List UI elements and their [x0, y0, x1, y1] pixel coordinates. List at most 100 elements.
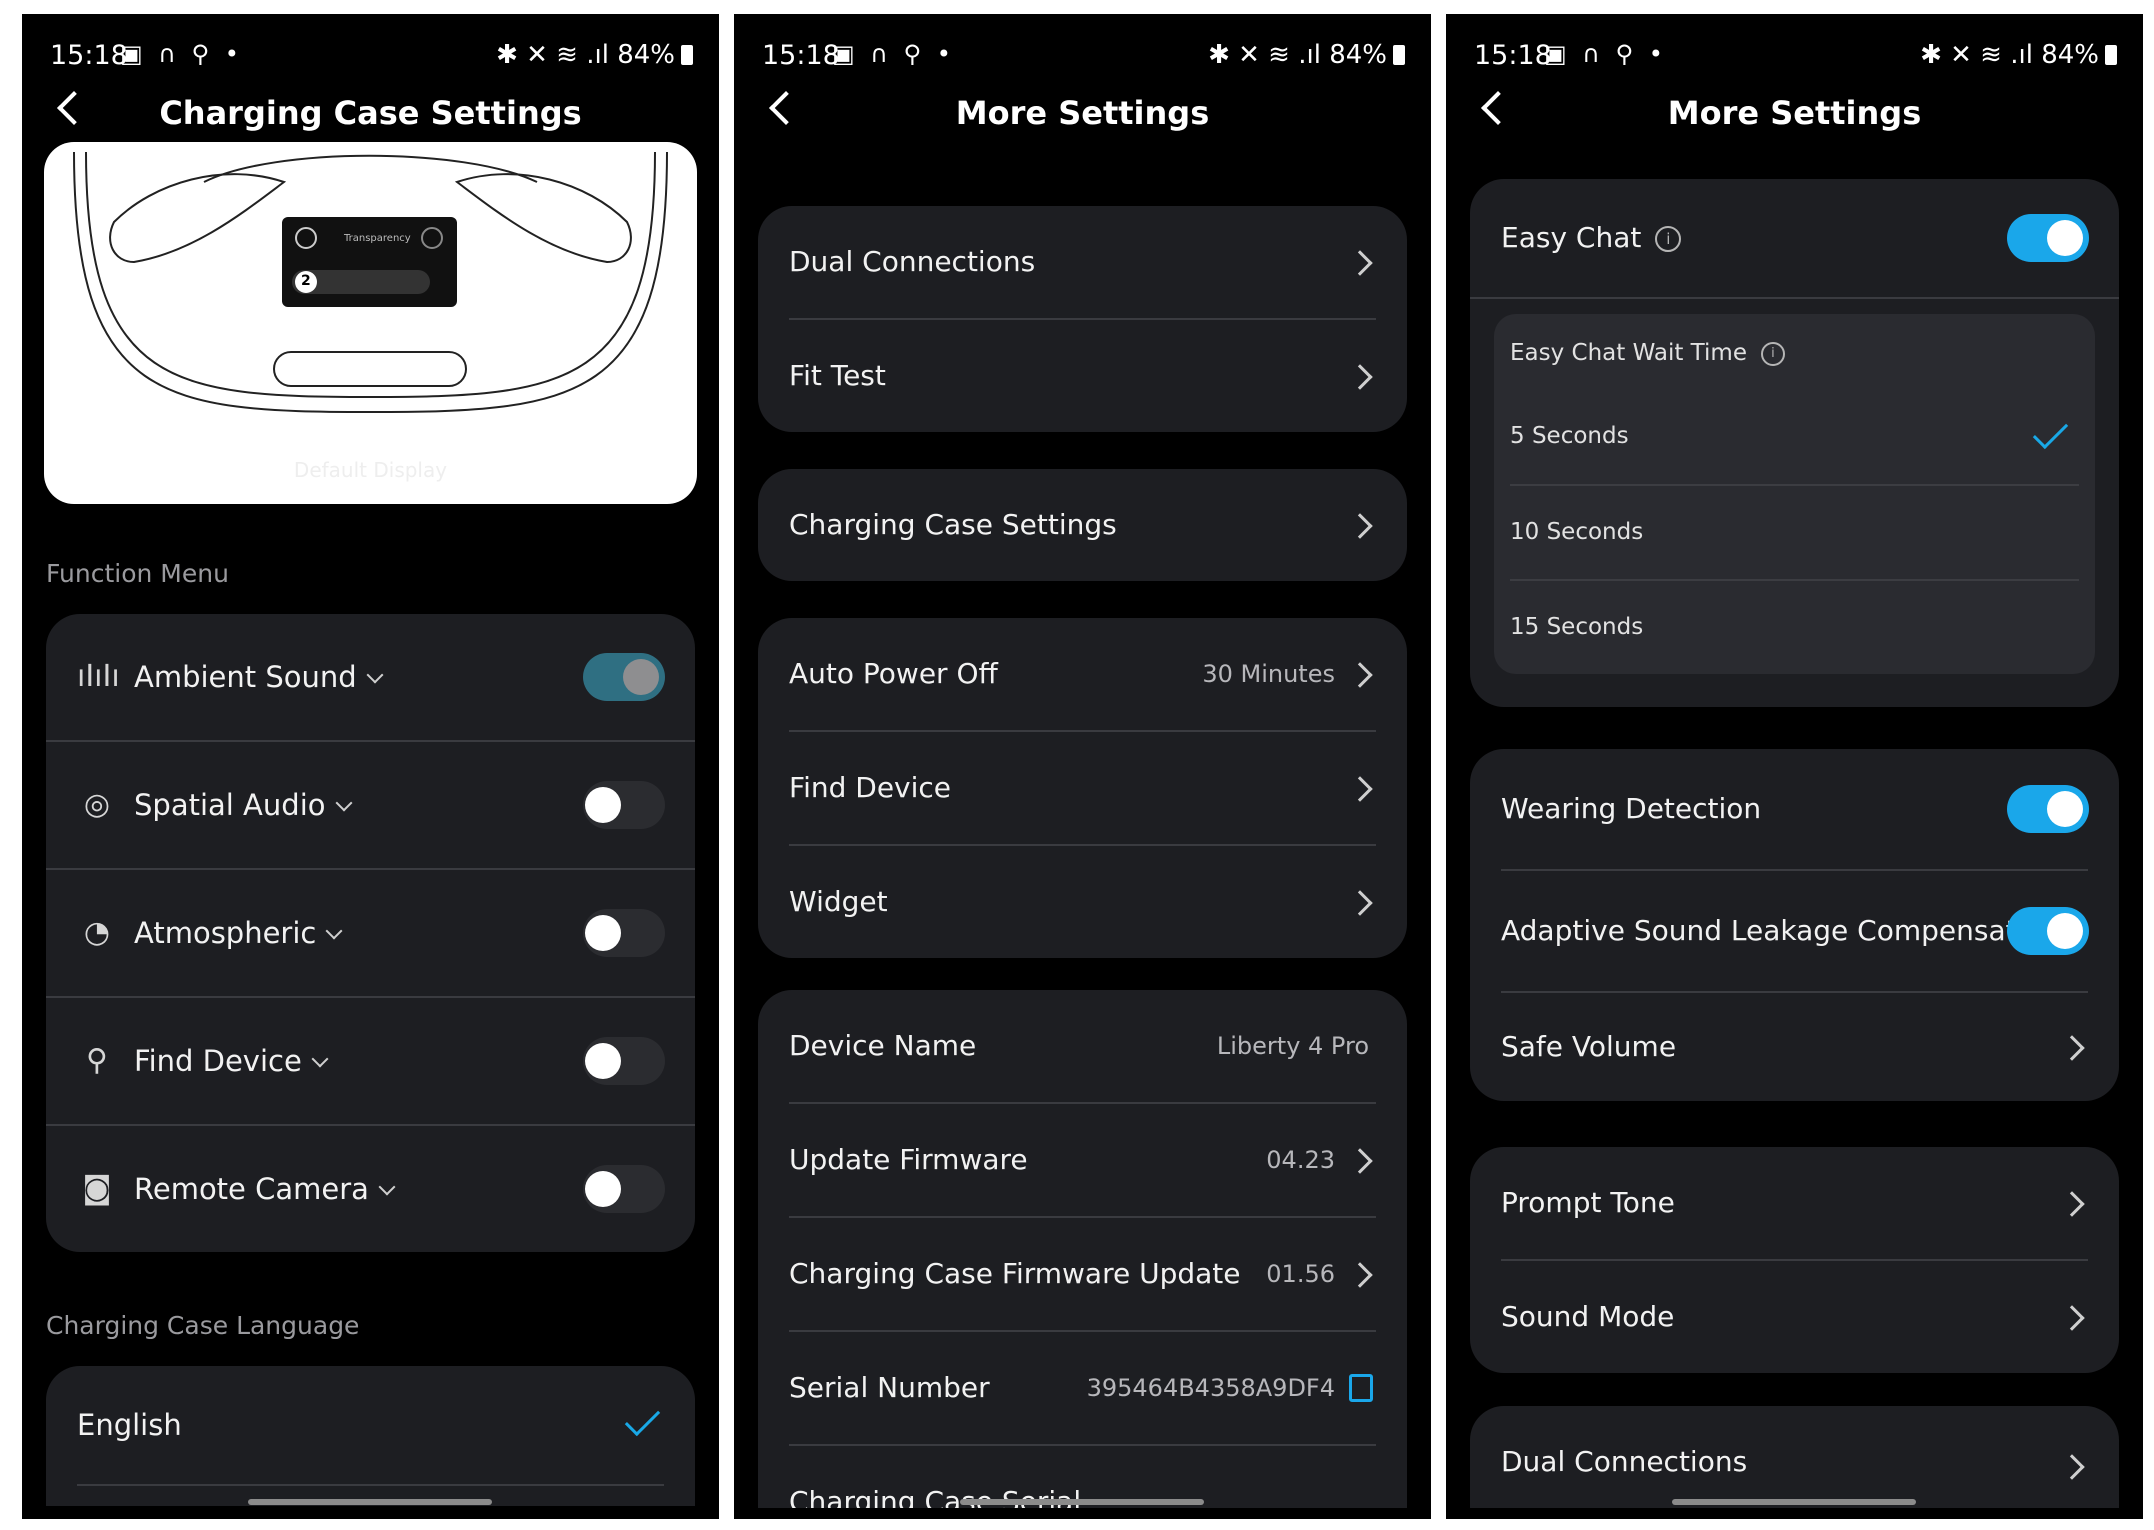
chevron-right-icon — [1347, 662, 1373, 688]
row-case-firmware-update[interactable]: Charging Case Firmware Update 01.56 — [758, 1218, 1407, 1330]
status-right-icons: ✱ ✕ ≋ .ıl 84% — [1920, 40, 2117, 70]
function-item-atmospheric[interactable]: ◔ Atmospheric — [46, 870, 695, 996]
function-item-remote-camera[interactable]: ◙ Remote Camera — [46, 1126, 695, 1252]
function-item-label: Ambient Sound — [134, 660, 357, 694]
checkmark-icon — [2032, 413, 2069, 450]
adaptive-sound-leakage-toggle[interactable] — [2007, 907, 2089, 955]
wait-option-10-seconds[interactable]: 10 Seconds — [1494, 486, 2095, 579]
easy-chat-toggle[interactable] — [2007, 214, 2089, 262]
language-option-english[interactable]: English — [46, 1366, 695, 1484]
row-label: Charging Case Firmware Update — [789, 1257, 1241, 1290]
battery-icon — [1393, 45, 1405, 65]
status-time: 15:18 — [762, 40, 840, 71]
chevron-right-icon — [2059, 1454, 2085, 1480]
status-bar: 15:18 ▣ ∩ ⚲ • ✱ ✕ ≋ .ıl 84% — [734, 32, 1431, 82]
copy-icon[interactable] — [1349, 1374, 1373, 1402]
header: More Settings — [1446, 86, 2143, 146]
gauge-icon: ◔ — [83, 915, 111, 950]
info-icon[interactable]: i — [1760, 342, 1785, 366]
function-item-find-device[interactable]: ⚲ Find Device — [46, 998, 695, 1124]
info-icon[interactable]: i — [1655, 226, 1682, 252]
wearing-detection-toggle[interactable] — [2007, 785, 2089, 833]
row-value: 395464B4358A9DF4 — [1086, 1374, 1335, 1402]
row-label: Prompt Tone — [1501, 1186, 1675, 1219]
row-label: Easy Chat — [1501, 221, 1642, 254]
option-label: 15 Seconds — [1510, 614, 1644, 640]
row-widget[interactable]: Widget — [758, 846, 1407, 958]
home-indicator[interactable] — [1672, 1499, 1916, 1505]
home-indicator[interactable] — [960, 1499, 1204, 1505]
row-adaptive-sound-leakage: Adaptive Sound Leakage Compensation — [1470, 871, 2119, 991]
row-value: 30 Minutes — [1202, 660, 1335, 688]
row-safe-volume[interactable]: Safe Volume — [1470, 993, 2119, 1101]
row-label: Sound Mode — [1501, 1300, 1675, 1333]
status-notification-icons: ▣ ∩ ⚲ • — [1544, 40, 1667, 68]
row-sound-mode[interactable]: Sound Mode — [1470, 1261, 2119, 1373]
device-options-card: Auto Power Off 30 Minutes Find Device Wid… — [758, 618, 1407, 958]
row-device-name[interactable]: Device Name Liberty 4 Pro — [758, 990, 1407, 1102]
spatial-audio-toggle[interactable] — [583, 781, 665, 829]
row-find-device[interactable]: Find Device — [758, 732, 1407, 844]
wait-option-15-seconds[interactable]: 15 Seconds — [1494, 581, 2095, 674]
status-notification-icons: ▣ ∩ ⚲ • — [832, 40, 955, 68]
battery-icon — [2105, 45, 2117, 65]
phone-more-settings-2: 15:18 ▣ ∩ ⚲ • ✱ ✕ ≋ .ıl 84% More Setting… — [1446, 14, 2143, 1519]
checkmark-icon — [624, 1400, 661, 1437]
row-dual-connections[interactable]: Dual Connections — [758, 206, 1407, 318]
status-right-icons: ✱ ✕ ≋ .ıl 84% — [496, 40, 693, 70]
sound-card: Prompt Tone Sound Mode — [1470, 1147, 2119, 1373]
chevron-down-icon[interactable] — [366, 666, 384, 684]
battery-icon — [681, 45, 693, 65]
chevron-down-icon[interactable] — [378, 1178, 396, 1196]
case-drawing — [73, 151, 668, 414]
function-item-ambient-sound[interactable]: ıIıIı Ambient Sound — [46, 614, 695, 740]
function-item-spatial-audio[interactable]: ◎ Spatial Audio — [46, 742, 695, 868]
find-device-toggle[interactable] — [583, 1037, 665, 1085]
location-pin-icon: ⚲ — [86, 1043, 108, 1078]
chevron-down-icon[interactable] — [311, 1050, 329, 1068]
chevron-down-icon[interactable] — [325, 922, 343, 940]
row-dual-connections[interactable]: Dual Connections — [1470, 1406, 2119, 1508]
row-label: Charging Case Settings — [789, 508, 1117, 541]
function-item-label: Spatial Audio — [134, 788, 326, 822]
row-value: Liberty 4 Pro — [1216, 1032, 1369, 1060]
ambient-sound-toggle[interactable] — [583, 653, 665, 701]
row-prompt-tone[interactable]: Prompt Tone — [1470, 1147, 2119, 1259]
wait-option-5-seconds[interactable]: 5 Seconds — [1494, 389, 2095, 484]
charging-case-language-label: Charging Case Language — [46, 1311, 360, 1340]
chevron-right-icon — [2059, 1305, 2085, 1331]
chevron-down-icon[interactable] — [335, 794, 352, 812]
home-indicator[interactable] — [248, 1499, 492, 1505]
status-bar: 15:18 ▣ ∩ ⚲ • ✱ ✕ ≋ .ıl 84% — [22, 32, 719, 82]
row-label: Widget — [789, 885, 888, 918]
wait-time-label: Easy Chat Wait Time — [1510, 340, 1747, 366]
row-label: Safe Volume — [1501, 1030, 1677, 1063]
row-value: 04.23 — [1266, 1146, 1335, 1174]
row-auto-power-off[interactable]: Auto Power Off 30 Minutes — [758, 618, 1407, 730]
row-serial-number: Serial Number 395464B4358A9DF4 — [758, 1332, 1407, 1444]
detection-card: Wearing Detection Adaptive Sound Leakage… — [1470, 749, 2119, 1101]
language-option-label: English — [77, 1408, 182, 1442]
row-label: Auto Power Off — [789, 657, 998, 690]
page-title: Charging Case Settings — [159, 94, 582, 132]
remote-camera-toggle[interactable] — [583, 1165, 665, 1213]
display-badge: 2 — [301, 273, 311, 289]
language-card: English — [46, 1366, 695, 1506]
chevron-right-icon — [1347, 776, 1373, 802]
display-mode-label: Transparency — [344, 233, 411, 244]
chevron-right-icon — [1347, 513, 1373, 539]
row-label: Update Firmware — [789, 1143, 1028, 1176]
function-item-label: Atmospheric — [134, 916, 317, 950]
chevron-right-icon — [2059, 1191, 2085, 1217]
row-wearing-detection: Wearing Detection — [1470, 749, 2119, 869]
atmospheric-toggle[interactable] — [583, 909, 665, 957]
battery-percent: 84% — [2041, 40, 2099, 70]
row-charging-case-settings[interactable]: Charging Case Settings — [758, 469, 1407, 581]
row-fit-test[interactable]: Fit Test — [758, 320, 1407, 432]
row-update-firmware[interactable]: Update Firmware 04.23 — [758, 1104, 1407, 1216]
default-display-caption: Default Display — [293, 458, 448, 482]
header: More Settings — [734, 86, 1431, 146]
function-item-label: Find Device — [134, 1044, 302, 1078]
row-label: Device Name — [789, 1029, 977, 1062]
chevron-right-icon — [1347, 364, 1373, 390]
